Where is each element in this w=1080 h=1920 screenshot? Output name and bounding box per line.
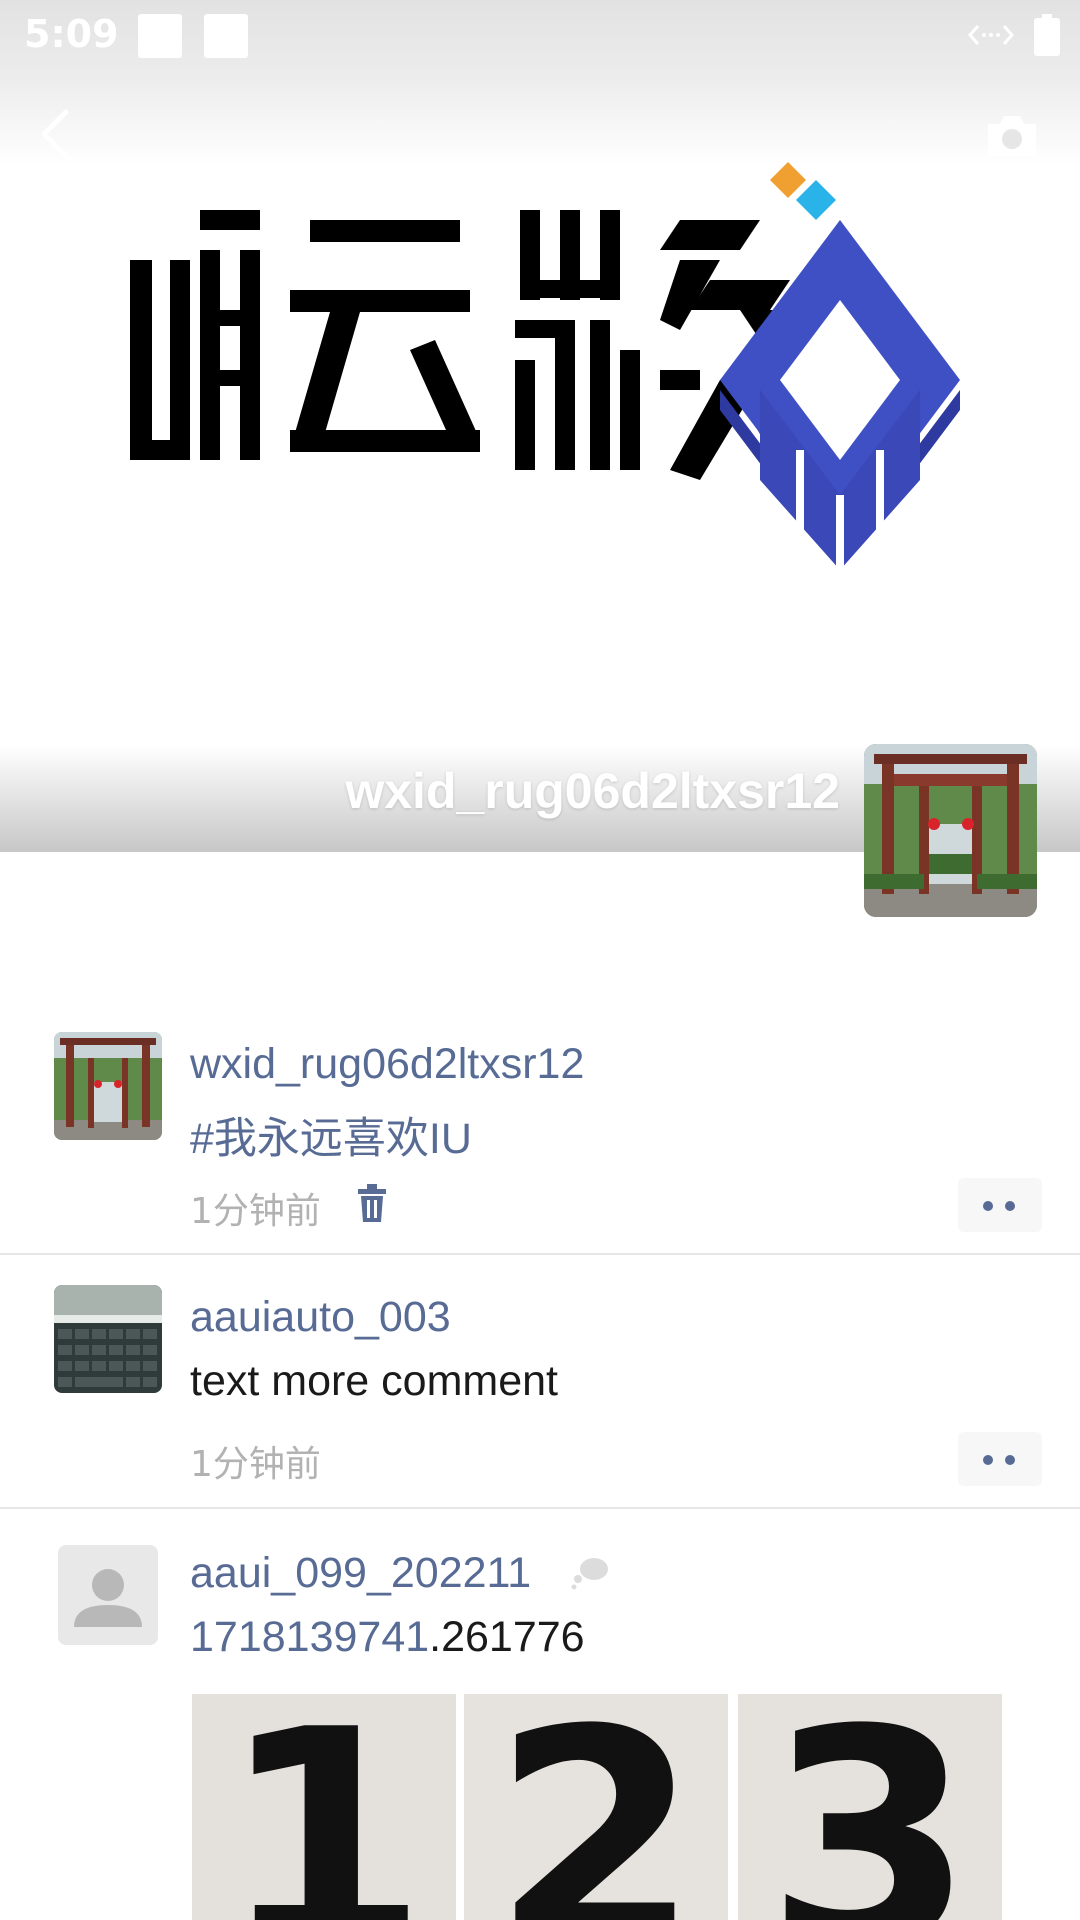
battery-icon xyxy=(1034,14,1060,56)
post-author[interactable]: aaui_099_202211 xyxy=(190,1549,531,1598)
default-avatar-icon xyxy=(74,1569,142,1627)
back-arrow-icon[interactable] xyxy=(30,104,80,164)
chat-bubble-icon xyxy=(571,1558,608,1590)
dot-icon xyxy=(983,1201,993,1211)
moment-post: wxid_rug06d2ltxsr12 #我永远喜欢IU 1分钟前 xyxy=(0,1000,1080,1255)
post-text-link[interactable]: 1718139741 xyxy=(190,1613,429,1661)
number-photo: 3 xyxy=(738,1694,1002,1920)
notification-icon xyxy=(138,14,182,58)
keyboard-photo xyxy=(54,1285,162,1393)
post-author[interactable]: aauiauto_003 xyxy=(190,1293,451,1342)
brand-logo xyxy=(130,162,960,575)
trash-icon[interactable] xyxy=(356,1184,388,1224)
post-text[interactable]: #我永远喜欢IU xyxy=(190,1104,472,1166)
moment-post: aauiauto_003 text more comment 1分钟前 xyxy=(0,1255,1080,1509)
post-photo[interactable]: 1 xyxy=(192,1694,456,1920)
post-text: text more comment xyxy=(190,1357,558,1405)
photo-number: 3 xyxy=(766,1694,975,1920)
post-time: 1分钟前 xyxy=(190,1444,321,1485)
status-time: 5:09 xyxy=(24,12,119,56)
post-author[interactable]: wxid_rug06d2ltxsr12 xyxy=(190,1040,584,1089)
post-photo[interactable]: 3 xyxy=(738,1694,1002,1920)
avatar[interactable] xyxy=(58,1545,158,1645)
photo-number: 1 xyxy=(220,1694,429,1920)
post-time: 1分钟前 xyxy=(190,1191,321,1232)
gate-photo xyxy=(54,1032,162,1140)
status-bar: 5:09 xyxy=(0,0,1080,76)
photo-number: 2 xyxy=(492,1694,701,1920)
post-photo[interactable]: 2 xyxy=(464,1694,728,1920)
post-text: 1718139741.261776 xyxy=(190,1613,585,1662)
number-photo: 2 xyxy=(464,1694,728,1920)
gate-photo xyxy=(864,744,1037,917)
camera-icon[interactable] xyxy=(984,110,1040,160)
profile-avatar[interactable] xyxy=(864,744,1037,917)
post-text-rest: .261776 xyxy=(429,1613,585,1661)
data-transfer-icon xyxy=(968,25,1014,45)
cover-image[interactable]: wxid_rug06d2ltxsr12 xyxy=(0,0,1080,852)
more-options-button[interactable] xyxy=(958,1432,1042,1486)
dot-icon xyxy=(1005,1201,1015,1211)
dot-icon xyxy=(983,1455,993,1465)
more-options-button[interactable] xyxy=(958,1178,1042,1232)
profile-name: wxid_rug06d2ltxsr12 xyxy=(345,763,840,819)
avatar[interactable] xyxy=(54,1285,162,1393)
avatar[interactable] xyxy=(54,1032,162,1140)
notification-icon xyxy=(204,14,248,58)
number-photo: 1 xyxy=(192,1694,456,1920)
dot-icon xyxy=(1005,1455,1015,1465)
